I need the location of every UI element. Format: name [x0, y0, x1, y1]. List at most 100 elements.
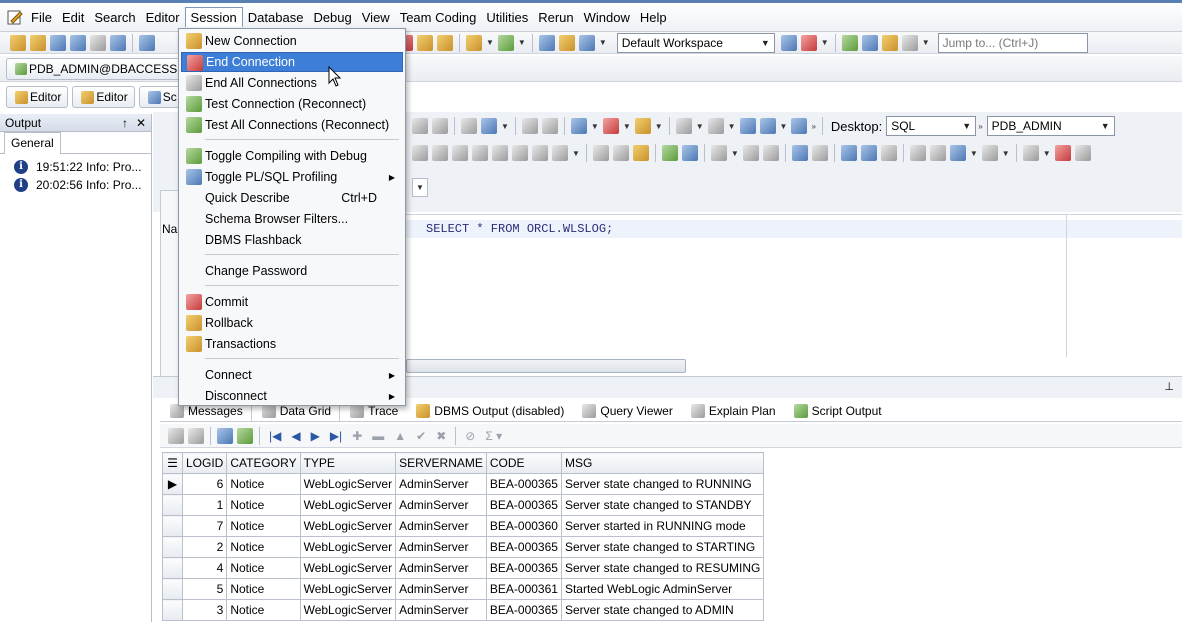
cancel-edit-icon[interactable]: ✖	[436, 429, 446, 443]
capitalize-icon[interactable]	[880, 145, 897, 161]
workspace-select[interactable]: Default Workspace ▼	[616, 32, 775, 53]
session-browser-icon[interactable]	[70, 34, 86, 51]
table-cell[interactable]: 1	[181, 494, 228, 516]
menu-schema-browser-filters[interactable]: Schema Browser Filters...	[181, 209, 403, 229]
table-cell[interactable]: Notice	[226, 494, 301, 516]
back-icon[interactable]	[675, 118, 692, 134]
table-row[interactable]: 5 Notice WebLogicServer AdminServer BEA-0003…	[162, 578, 765, 600]
menu-disconnect[interactable]: Disconnect ▶	[181, 386, 403, 406]
table-cell[interactable]: Server state changed to STARTING	[560, 536, 765, 558]
menu-view[interactable]: View	[357, 8, 395, 27]
menu-connect[interactable]: Connect ▶	[181, 365, 403, 385]
close-icon[interactable]: ✕	[136, 116, 146, 130]
indent-icon[interactable]	[909, 145, 926, 161]
next-record-icon[interactable]: ▶	[311, 429, 320, 443]
menu-quick-describe[interactable]: Quick Describe Ctrl+D	[181, 188, 403, 208]
menu-editor[interactable]: Editor	[141, 8, 185, 27]
format-sql-icon[interactable]	[481, 118, 497, 134]
menu-toggle-compiling-debug[interactable]: Toggle Compiling with Debug	[181, 146, 403, 166]
table-cell[interactable]: 6	[181, 473, 228, 495]
row-indicator[interactable]	[162, 599, 183, 621]
table-cell[interactable]: Notice	[226, 515, 301, 537]
horizontal-scrollbar[interactable]	[406, 359, 686, 373]
table-cell[interactable]: WebLogicServer	[299, 536, 397, 558]
menu-window[interactable]: Window	[579, 8, 635, 27]
row-indicator[interactable]	[162, 578, 183, 600]
menu-end-connection[interactable]: End Connection	[181, 52, 403, 72]
table-cell[interactable]: Notice	[226, 473, 301, 495]
table-row[interactable]: 7 Notice WebLogicServer AdminServer BEA-0003…	[162, 515, 765, 537]
tab-explain-plan[interactable]: Explain Plan	[681, 401, 784, 421]
layout-icon[interactable]	[139, 34, 155, 51]
workspace-delete-icon[interactable]	[800, 34, 817, 51]
table-cell[interactable]: WebLogicServer	[299, 473, 397, 495]
table-cell[interactable]: BEA-000361	[485, 578, 562, 600]
table-cell[interactable]: AdminServer	[395, 515, 487, 537]
tab-dbms-output[interactable]: DBMS Output (disabled)	[406, 401, 572, 421]
menu-edit[interactable]: Edit	[57, 8, 89, 27]
binoculars-icon[interactable]	[710, 145, 727, 161]
chat-icon[interactable]	[881, 34, 898, 51]
jump-to-input[interactable]: Jump to... (Ctrl+J)	[937, 32, 1088, 53]
menu-search[interactable]: Search	[89, 8, 140, 27]
export-icon[interactable]	[237, 427, 253, 444]
table-cell[interactable]: AdminServer	[395, 536, 487, 558]
table-row[interactable]: ▶ 6 Notice WebLogicServer AdminServer BEA-000…	[162, 473, 765, 495]
table-cell[interactable]: WebLogicServer	[299, 515, 397, 537]
table-cell[interactable]: AdminServer	[395, 578, 487, 600]
rollback-toolbar-icon[interactable]	[417, 34, 433, 51]
table-row[interactable]: 4 Notice WebLogicServer AdminServer BEA-0003…	[162, 557, 765, 579]
forward-icon[interactable]	[707, 118, 724, 134]
post-edit-icon[interactable]: ✔	[416, 429, 426, 443]
editor-window-tab-2[interactable]: Editor	[72, 86, 135, 108]
table-cell[interactable]: Notice	[226, 536, 301, 558]
users-icon[interactable]	[578, 34, 595, 51]
checklist-icon[interactable]	[661, 145, 678, 161]
table-cell[interactable]: Server started in RUNNING mode	[560, 515, 765, 537]
desktop-select[interactable]: SQL ▼	[886, 116, 977, 136]
paste-icon[interactable]	[632, 145, 649, 161]
column-header[interactable]: CODE	[485, 452, 562, 474]
menu-database[interactable]: Database	[243, 8, 309, 27]
menu-rollback[interactable]: Rollback	[181, 313, 403, 333]
table-cell[interactable]: WebLogicServer	[299, 578, 397, 600]
table-cell[interactable]: WebLogicServer	[299, 599, 397, 621]
table-cell[interactable]: BEA-000360	[485, 515, 562, 537]
menu-dbms-flashback[interactable]: DBMS Flashback	[181, 230, 403, 250]
feedback-icon[interactable]	[861, 34, 878, 51]
table-cell[interactable]: BEA-000365	[485, 599, 562, 621]
schema-browser-icon[interactable]	[30, 34, 46, 51]
insert-record-icon[interactable]: ✚	[352, 429, 362, 443]
table-cell[interactable]: Notice	[226, 578, 301, 600]
tab-query-viewer[interactable]: Query Viewer	[572, 401, 680, 421]
table-cell[interactable]: AdminServer	[395, 557, 487, 579]
schema-window-tab[interactable]: Sc	[138, 86, 184, 108]
data-grid[interactable]: ☰ LOGID CATEGORY TYPE SERVERNAME CODE MS…	[162, 452, 765, 621]
editor-window-tab-1[interactable]: Editor	[6, 86, 69, 108]
sql-editor[interactable]: SELECT * FROM ORCL.WLSLOG;	[406, 214, 1182, 374]
bell-icon[interactable]	[558, 34, 575, 51]
menu-utilities[interactable]: Utilities	[481, 8, 533, 27]
edit-record-icon[interactable]: ▲	[394, 429, 406, 443]
menu-session[interactable]: Session	[184, 7, 243, 27]
replace-icon[interactable]	[762, 145, 779, 161]
sql-icon[interactable]	[90, 34, 106, 51]
outdent-icon[interactable]	[929, 145, 946, 161]
row-indicator[interactable]	[162, 494, 183, 516]
table-row[interactable]: 1 Notice WebLogicServer AdminServer BEA-0003…	[162, 494, 765, 516]
row-indicator[interactable]	[162, 557, 183, 579]
redo-icon[interactable]	[811, 145, 828, 161]
column-header[interactable]: SERVERNAME	[395, 452, 487, 474]
table-row[interactable]: 2 Notice WebLogicServer AdminServer BEA-0003…	[162, 536, 765, 558]
plsql-icon[interactable]	[759, 118, 776, 134]
table-cell[interactable]: AdminServer	[395, 599, 487, 621]
grid-corner[interactable]: ☰	[162, 452, 183, 474]
disconnect-toolbar-icon[interactable]	[497, 34, 514, 51]
table-row[interactable]: 3 Notice WebLogicServer AdminServer BEA-0003…	[162, 599, 765, 621]
table-cell[interactable]: WebLogicServer	[299, 494, 397, 516]
menu-rerun[interactable]: Rerun	[533, 8, 578, 27]
table-cell[interactable]: Started WebLogic AdminServer	[560, 578, 765, 600]
output-entry[interactable]: i 20:02:56 Info: Pro...	[0, 176, 151, 194]
table-cell[interactable]: 4	[181, 557, 228, 579]
table-cell[interactable]: AdminServer	[395, 473, 487, 495]
